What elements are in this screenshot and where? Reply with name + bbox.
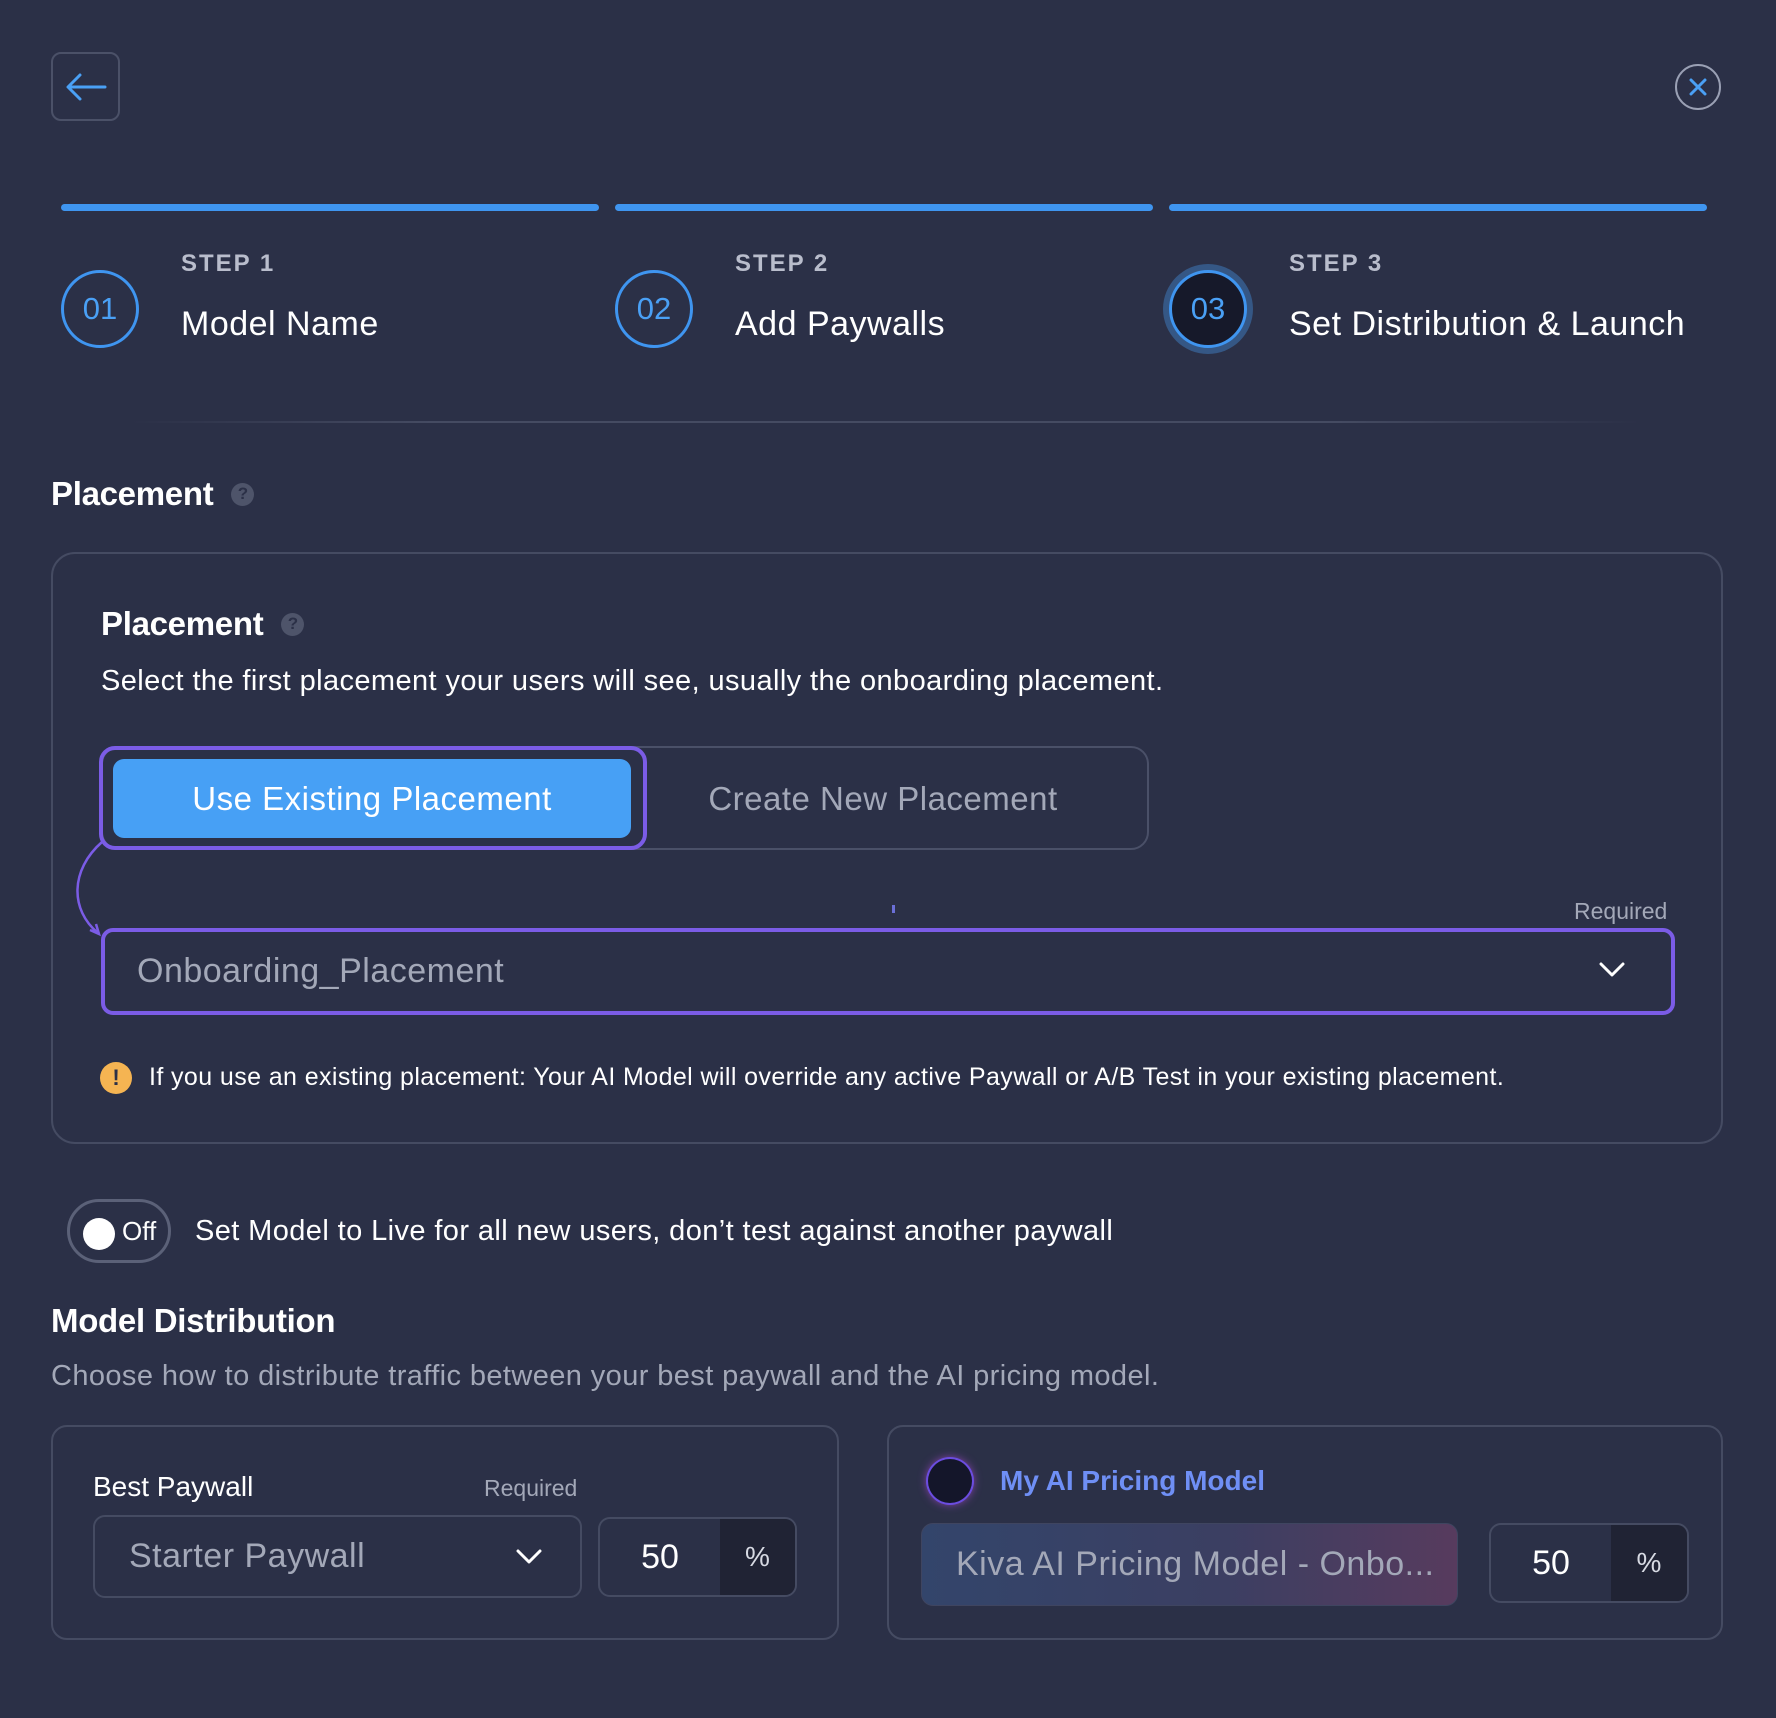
help-icon[interactable]: ?	[231, 482, 255, 506]
placement-select-value: Onboarding_Placement	[137, 952, 505, 990]
step-3-number: 03	[1169, 270, 1247, 348]
step-2-title: Add Paywalls	[735, 305, 946, 343]
progress-bar-step-3	[1169, 204, 1707, 211]
connector-arrow-icon	[76, 841, 103, 937]
back-button[interactable]	[51, 52, 120, 121]
ai-model-percent-field[interactable]: 50 %	[1489, 1523, 1689, 1603]
toggle-state-label: Off	[122, 1216, 157, 1246]
placement-description: Select the first placement your users wi…	[101, 665, 1164, 697]
close-icon	[1689, 78, 1707, 96]
model-distribution-title: Model Distribution	[51, 1302, 336, 1339]
model-distribution-description: Choose how to distribute traffic between…	[51, 1360, 1160, 1392]
step-2-number: 02	[615, 270, 693, 348]
step-1-number: 01	[61, 270, 139, 348]
ai-model-field-value: Kiva AI Pricing Model - Onbo...	[956, 1545, 1435, 1583]
create-new-placement-button[interactable]: Create New Placement	[647, 759, 1119, 838]
best-paywall-percent-field[interactable]: 50 %	[598, 1517, 797, 1597]
chevron-down-icon	[516, 1549, 542, 1564]
placement-card-header: Placement ?	[101, 605, 305, 643]
ai-model-field: Kiva AI Pricing Model - Onbo...	[921, 1523, 1458, 1606]
close-button[interactable]	[1675, 64, 1721, 110]
cursor-marker	[892, 905, 895, 913]
live-toggle[interactable]: Off	[67, 1199, 171, 1263]
toggle-knob	[83, 1218, 115, 1250]
best-paywall-required-label: Required	[484, 1475, 578, 1501]
use-existing-placement-button[interactable]: Use Existing Placement	[113, 759, 631, 838]
step-1-kicker: STEP 1	[181, 250, 276, 277]
arrow-left-icon	[66, 73, 106, 100]
warning-icon: !	[100, 1062, 132, 1094]
step-2-kicker: STEP 2	[735, 250, 830, 277]
best-paywall-percent-input[interactable]: 50	[600, 1519, 720, 1595]
best-paywall-select-value: Starter Paywall	[129, 1537, 366, 1575]
placement-warning-text: If you use an existing placement: Your A…	[149, 1063, 1505, 1091]
best-paywall-label: Best Paywall	[93, 1471, 254, 1502]
ai-model-label: My AI Pricing Model	[1000, 1465, 1265, 1496]
help-icon[interactable]: ?	[281, 612, 305, 636]
ai-orb-icon	[928, 1459, 972, 1503]
header-divider	[130, 421, 1640, 423]
placement-section-title: Placement	[51, 475, 214, 512]
placement-select[interactable]: Onboarding_Placement	[101, 928, 1675, 1015]
percent-suffix: %	[720, 1519, 795, 1595]
step-3-kicker: STEP 3	[1289, 250, 1384, 277]
step-1-title: Model Name	[181, 305, 379, 343]
ai-model-percent-input[interactable]: 50	[1491, 1525, 1611, 1601]
progress-bar-step-2	[615, 204, 1153, 211]
placement-section-header: Placement ?	[51, 475, 255, 513]
percent-suffix: %	[1611, 1525, 1687, 1601]
required-label: Required	[1574, 898, 1668, 924]
placement-card-title: Placement	[101, 605, 264, 642]
live-toggle-label: Set Model to Live for all new users, don…	[195, 1215, 1114, 1247]
progress-bar-step-1	[61, 204, 599, 211]
chevron-down-icon	[1599, 962, 1625, 977]
step-3-title: Set Distribution & Launch	[1289, 305, 1686, 343]
best-paywall-select[interactable]: Starter Paywall	[93, 1515, 582, 1598]
